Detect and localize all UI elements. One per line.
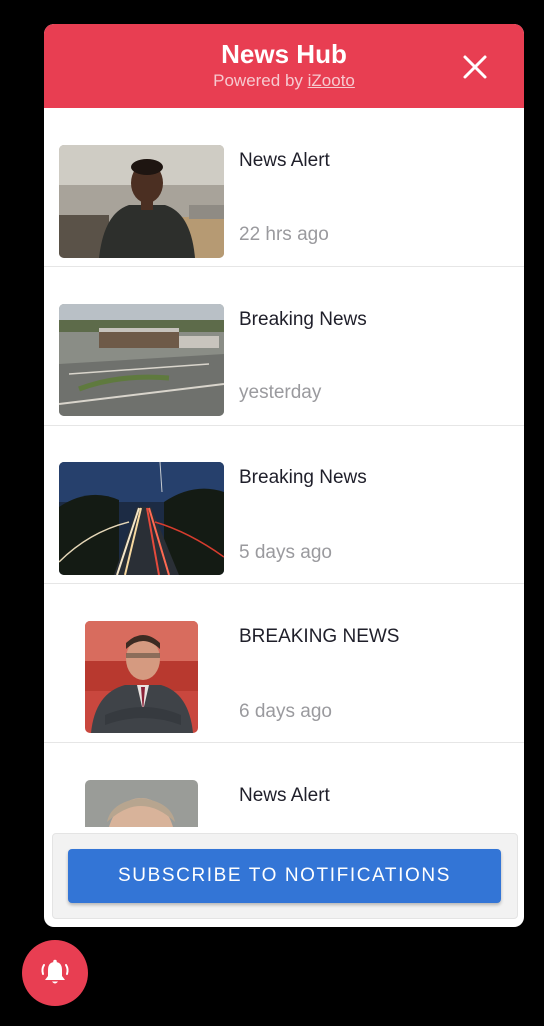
item-timestamp: 6 days ago <box>239 701 332 722</box>
news-item[interactable]: News Alert <box>44 743 524 827</box>
powered-by-label: Powered by <box>213 71 308 90</box>
izooto-link[interactable]: iZooto <box>308 71 355 90</box>
panel-title: News Hub <box>221 39 347 69</box>
item-timestamp: 5 days ago <box>239 542 332 563</box>
man-portrait-photo <box>59 145 224 258</box>
news-item[interactable]: BREAKING NEWS 6 days ago <box>44 584 524 743</box>
panel-header: News Hub Powered by iZooto <box>44 24 524 108</box>
airport-aerial-photo <box>59 304 224 416</box>
item-title: News Alert <box>239 150 330 171</box>
news-item[interactable]: Breaking News yesterday <box>44 267 524 426</box>
close-icon <box>463 55 487 79</box>
subscribe-footer: SUBSCRIBE TO NOTIFICATIONS <box>52 833 518 919</box>
news-list[interactable]: News Alert 22 hrs ago Breaking News yest… <box>44 108 524 827</box>
item-timestamp: 22 hrs ago <box>239 224 329 245</box>
item-timestamp: yesterday <box>239 382 322 403</box>
subscribe-button[interactable]: SUBSCRIBE TO NOTIFICATIONS <box>68 849 501 903</box>
bell-icon <box>41 959 69 984</box>
close-button[interactable] <box>458 50 492 84</box>
notification-bell-button[interactable] <box>22 940 88 1006</box>
businessman-photo <box>85 621 198 733</box>
man-headshot-photo <box>85 780 198 827</box>
powered-by-text: Powered by iZooto <box>44 71 524 91</box>
news-hub-panel: News Hub Powered by iZooto News Alert 22… <box>44 24 524 927</box>
news-item[interactable]: Breaking News 5 days ago <box>44 425 524 584</box>
item-title: BREAKING NEWS <box>239 626 400 647</box>
item-title: News Alert <box>239 785 330 806</box>
news-item[interactable]: News Alert 22 hrs ago <box>44 108 524 267</box>
item-title: Breaking News <box>239 309 367 330</box>
highway-night-photo <box>59 462 224 575</box>
item-title: Breaking News <box>239 467 367 488</box>
